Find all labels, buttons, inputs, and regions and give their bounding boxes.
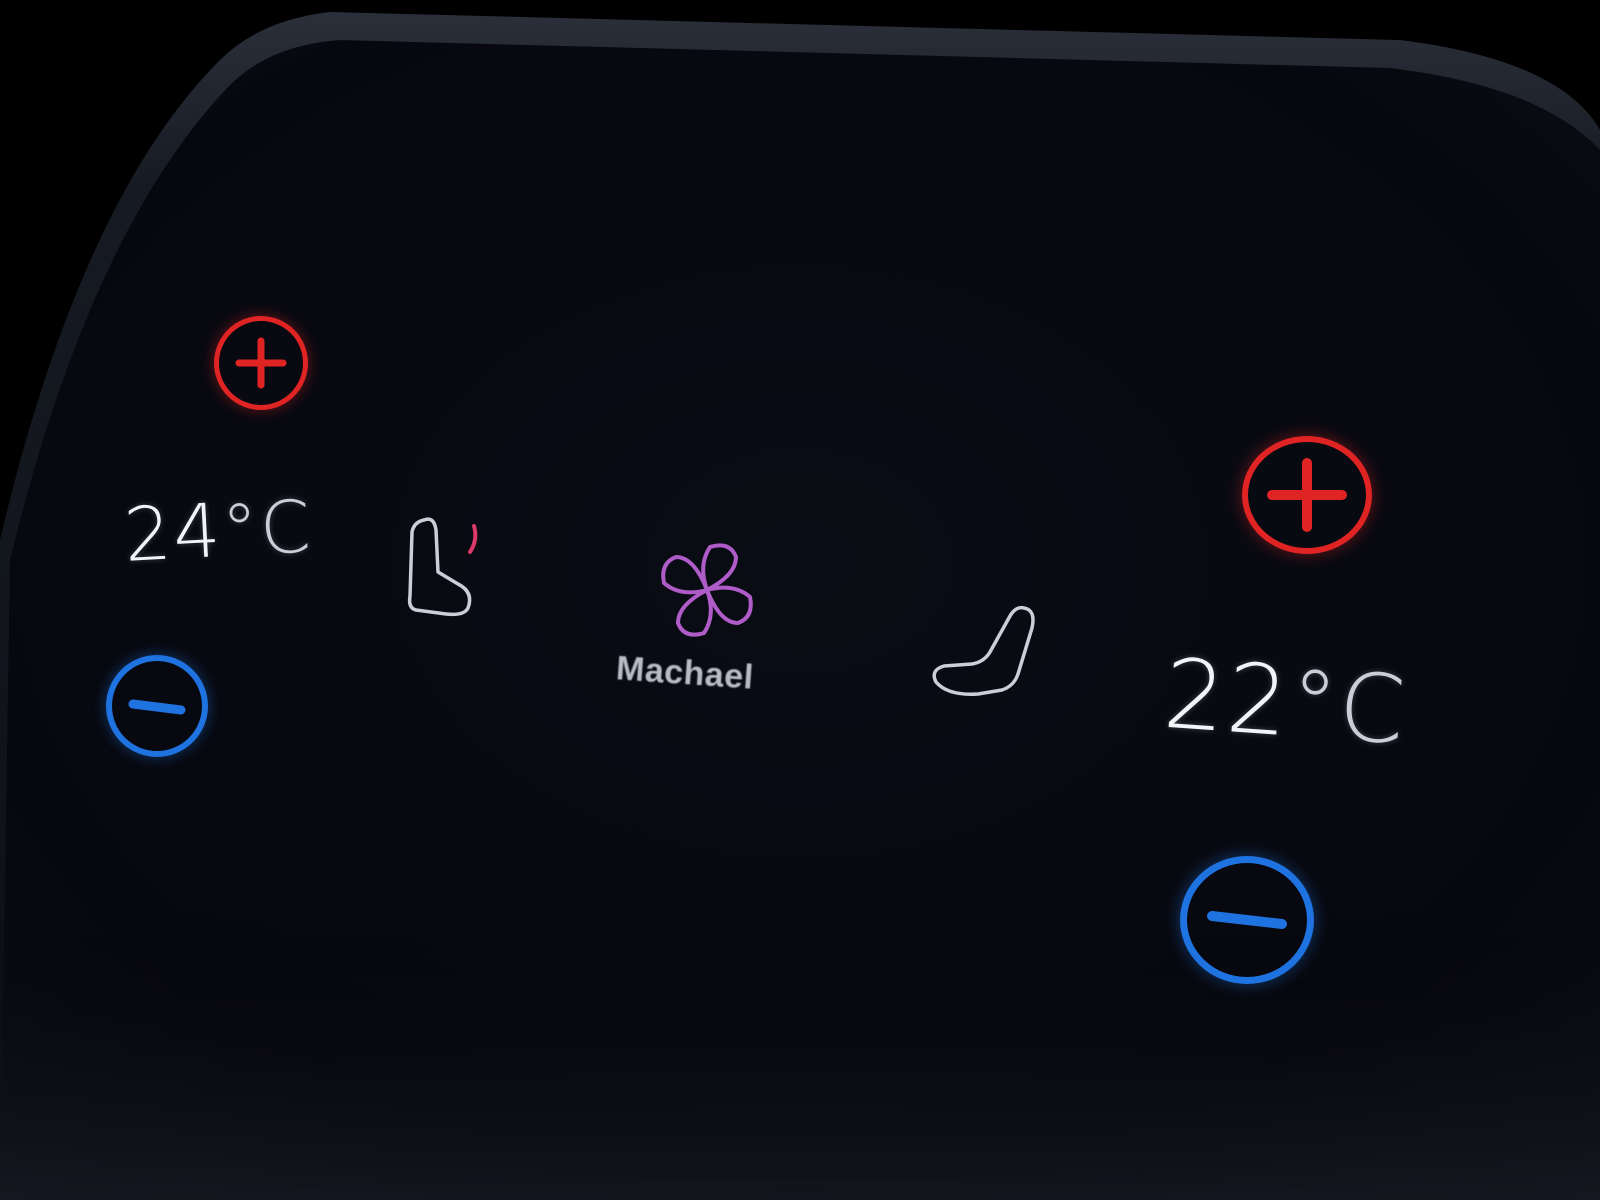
passenger-temp-decrease-button[interactable] [1180, 856, 1314, 984]
plus-icon [1267, 458, 1347, 532]
minus-icon [1207, 911, 1287, 929]
driver-temperature-unit: °C [219, 484, 315, 573]
passenger-temperature-unit: °C [1286, 649, 1411, 767]
driver-temp-increase-button[interactable] [214, 316, 308, 410]
passenger-temperature: 22°C [1160, 638, 1410, 767]
climate-screen: 24°C Machael 22°C [0, 0, 1600, 1200]
passenger-seat-button[interactable] [928, 602, 1040, 712]
driver-temperature-value: 24 [121, 487, 225, 579]
display-panel [0, 12, 1600, 1200]
passenger-temperature-value: 22 [1160, 637, 1295, 759]
minus-icon [128, 699, 186, 715]
plus-icon [235, 337, 287, 389]
seat-icon [932, 605, 1035, 696]
passenger-temp-increase-button[interactable] [1242, 436, 1372, 554]
driver-temperature: 24°C [122, 483, 315, 579]
driver-temp-decrease-button[interactable] [106, 655, 208, 757]
fan-icon [661, 543, 753, 637]
heated-seat-icon [407, 517, 478, 617]
fan-button[interactable] [652, 535, 762, 645]
driver-seat-heat-button[interactable] [406, 512, 486, 622]
